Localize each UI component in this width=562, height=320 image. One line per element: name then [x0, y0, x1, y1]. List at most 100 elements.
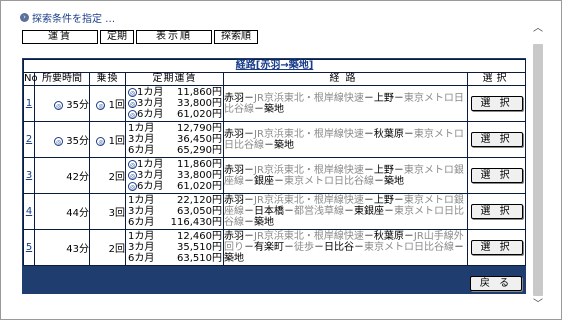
transfer-count: ◎ 1回 — [89, 85, 126, 122]
select-cell: 選 択 — [466, 121, 527, 158]
route-station: －日本橋－ — [244, 206, 294, 217]
fare-line: 6カ月 65,290円 — [126, 145, 223, 156]
recommended-mark-icon: ◎ — [128, 109, 137, 119]
route-path: 赤羽－JR京浜東北・根岸線快速－上野－東京メトロ銀座線－日本橋－都営浅草線－東銀… — [223, 193, 468, 230]
fare-price: 61,020円 — [177, 109, 222, 120]
fare-price: 35,510円 — [177, 242, 222, 253]
fare-price: 33,800円 — [177, 98, 222, 109]
route-line-name: 都営浅草線 — [294, 206, 344, 217]
commuter-fares: 1カ月 12,460円 3カ月 35,510円 6カ月 63,510円 — [125, 229, 224, 266]
route-station: 赤羽－ — [224, 195, 254, 206]
fare-price: 63,050円 — [177, 206, 222, 217]
scroll-up-arrow-icon[interactable]: ︿ — [533, 24, 543, 34]
table-row: 5 43分 2回 1カ月 12,460円 3カ月 35,510円 6カ月 63,510円 赤羽－J… — [23, 229, 527, 266]
search-conditions-label: 探索条件を指定 … — [32, 14, 116, 25]
scrollbar-thumb[interactable] — [533, 44, 543, 296]
header-select: 選択 — [466, 72, 527, 86]
fare-line: 6カ月 116,430円 — [126, 217, 223, 228]
select-button[interactable]: 選 択 — [470, 204, 523, 219]
route-number-link[interactable]: 3 — [23, 157, 35, 194]
recommended-mark-icon: ◎ — [128, 181, 137, 191]
recommended-mark-icon: ◎ — [54, 100, 64, 110]
transfer-count: 3回 — [89, 193, 126, 230]
route-number-link[interactable]: 1 — [23, 85, 35, 122]
fare-period: 1カ月 — [137, 87, 164, 98]
results-panel: 経路[赤羽→築地] No 所要時間 乗換 定期運賃 経路 選択 1 ◎ 35分 ◎ … — [22, 58, 527, 294]
fare-price: 116,430円 — [170, 217, 222, 228]
fare-line: 3カ月 36,450円 — [126, 134, 223, 145]
fare-price: 33,800円 — [177, 170, 222, 181]
route-number-link[interactable]: 5 — [23, 229, 35, 266]
header-route: 経路 — [223, 72, 468, 86]
select-button[interactable]: 選 択 — [470, 240, 523, 255]
vertical-scrollbar[interactable]: ︿ ﹀ — [529, 22, 547, 312]
fare-period: 6カ月 — [128, 217, 155, 228]
scroll-down-arrow-icon[interactable]: ﹀ — [533, 300, 543, 310]
commuter-fares: ◎ 1カ月 11,860円 ◎ 3カ月 33,800円 ◎ 6カ月 61,020円 — [125, 85, 224, 122]
header-transfers: 乗換 — [89, 72, 126, 86]
route-line-name: 東京メトロ日比谷線 — [364, 242, 454, 253]
route-line-name: JR京浜東北・根岸線快速 — [254, 195, 364, 206]
travel-time: 43分 — [34, 229, 90, 266]
tab-fare[interactable]: 運賃 — [22, 30, 98, 44]
route-number-link[interactable]: 4 — [23, 193, 35, 230]
header-time: 所要時間 — [34, 72, 90, 86]
tab-display-order[interactable]: 表示順 — [136, 30, 212, 44]
route-station: －上野－ — [363, 164, 404, 176]
fare-line: ◎ 1カ月 11,860円 — [126, 159, 223, 170]
fare-period: 3カ月 — [137, 98, 164, 109]
fare-price: 36,450円 — [177, 134, 222, 145]
route-path: 赤羽－JR京浜東北・根岸線快速－上野－東京メトロ日比谷線－築地 — [223, 85, 468, 122]
route-station: －築地 — [374, 175, 404, 187]
route-station: －築地 — [254, 103, 284, 115]
fare-price: 65,290円 — [177, 145, 222, 156]
travel-time: 42分 — [34, 157, 90, 194]
route-path: 赤羽－JR京浜東北・根岸線快速－秋葉原－東京メトロ日比谷線－築地 — [223, 121, 468, 158]
route-station: －銀座－ — [244, 175, 284, 187]
route-station: －東銀座－ — [344, 206, 394, 217]
select-cell: 選 択 — [466, 193, 527, 230]
select-button[interactable]: 選 択 — [470, 96, 523, 111]
back-button[interactable]: 戻 る — [470, 276, 522, 291]
route-line-name: 徒歩 — [294, 242, 314, 253]
fare-period: 6カ月 — [128, 145, 155, 156]
fare-period: 6カ月 — [137, 181, 164, 192]
select-cell: 選 択 — [466, 157, 527, 194]
route-station: －築地 — [244, 217, 274, 228]
transfer-count: ◎ 1回 — [89, 121, 126, 158]
select-button[interactable]: 選 択 — [470, 168, 523, 183]
recommended-mark-icon: ◎ — [128, 159, 137, 169]
route-number-link[interactable]: 2 — [23, 121, 35, 158]
header-no: No — [23, 72, 38, 86]
fare-price: 12,790円 — [177, 123, 222, 134]
fare-price: 11,860円 — [177, 159, 222, 170]
recommended-mark-icon: ◎ — [128, 87, 137, 97]
fare-period: 1カ月 — [128, 195, 155, 206]
recommended-mark-icon: ◎ — [96, 100, 106, 110]
tab-search-order[interactable]: 探索順 — [214, 30, 258, 44]
table-row: 1 ◎ 35分 ◎ 1回 ◎ 1カ月 11,860円 ◎ 3カ月 33,800円 ◎ 6カ月 61,0… — [23, 85, 527, 122]
circle-arrow-icon: › — [20, 13, 29, 22]
select-button[interactable]: 選 択 — [470, 132, 523, 147]
transfer-count: 2回 — [89, 157, 126, 194]
route-station: －築地 — [264, 139, 294, 151]
route-station: －日比谷－ — [314, 242, 364, 253]
select-cell: 選 択 — [466, 85, 527, 122]
select-cell: 選 択 — [466, 229, 527, 266]
search-conditions-link[interactable]: › 探索条件を指定 … — [20, 10, 115, 25]
results-title: 経路[赤羽→築地] — [22, 59, 527, 73]
results-table: 経路[赤羽→築地] No 所要時間 乗換 定期運賃 経路 選択 1 ◎ 35分 ◎ … — [22, 59, 527, 266]
commuter-fares: ◎ 1カ月 11,860円 ◎ 3カ月 33,800円 ◎ 6カ月 61,020円 — [125, 157, 224, 194]
route-station: －有楽町－ — [244, 242, 294, 253]
route-line-name: JR京浜東北・根岸線快速 — [254, 92, 364, 104]
fare-line: 3カ月 35,510円 — [126, 242, 223, 253]
fare-period: 6カ月 — [137, 109, 164, 120]
fare-price: 61,020円 — [177, 181, 222, 192]
fare-period: 1カ月 — [128, 123, 155, 134]
fare-line: ◎ 1カ月 11,860円 — [126, 87, 223, 98]
tab-commuter-pass[interactable]: 定期 — [100, 30, 134, 44]
fare-period: 1カ月 — [128, 231, 155, 242]
fare-price: 63,510円 — [177, 253, 222, 264]
transfer-count: 2回 — [89, 229, 126, 266]
fare-period: 3カ月 — [128, 134, 155, 145]
